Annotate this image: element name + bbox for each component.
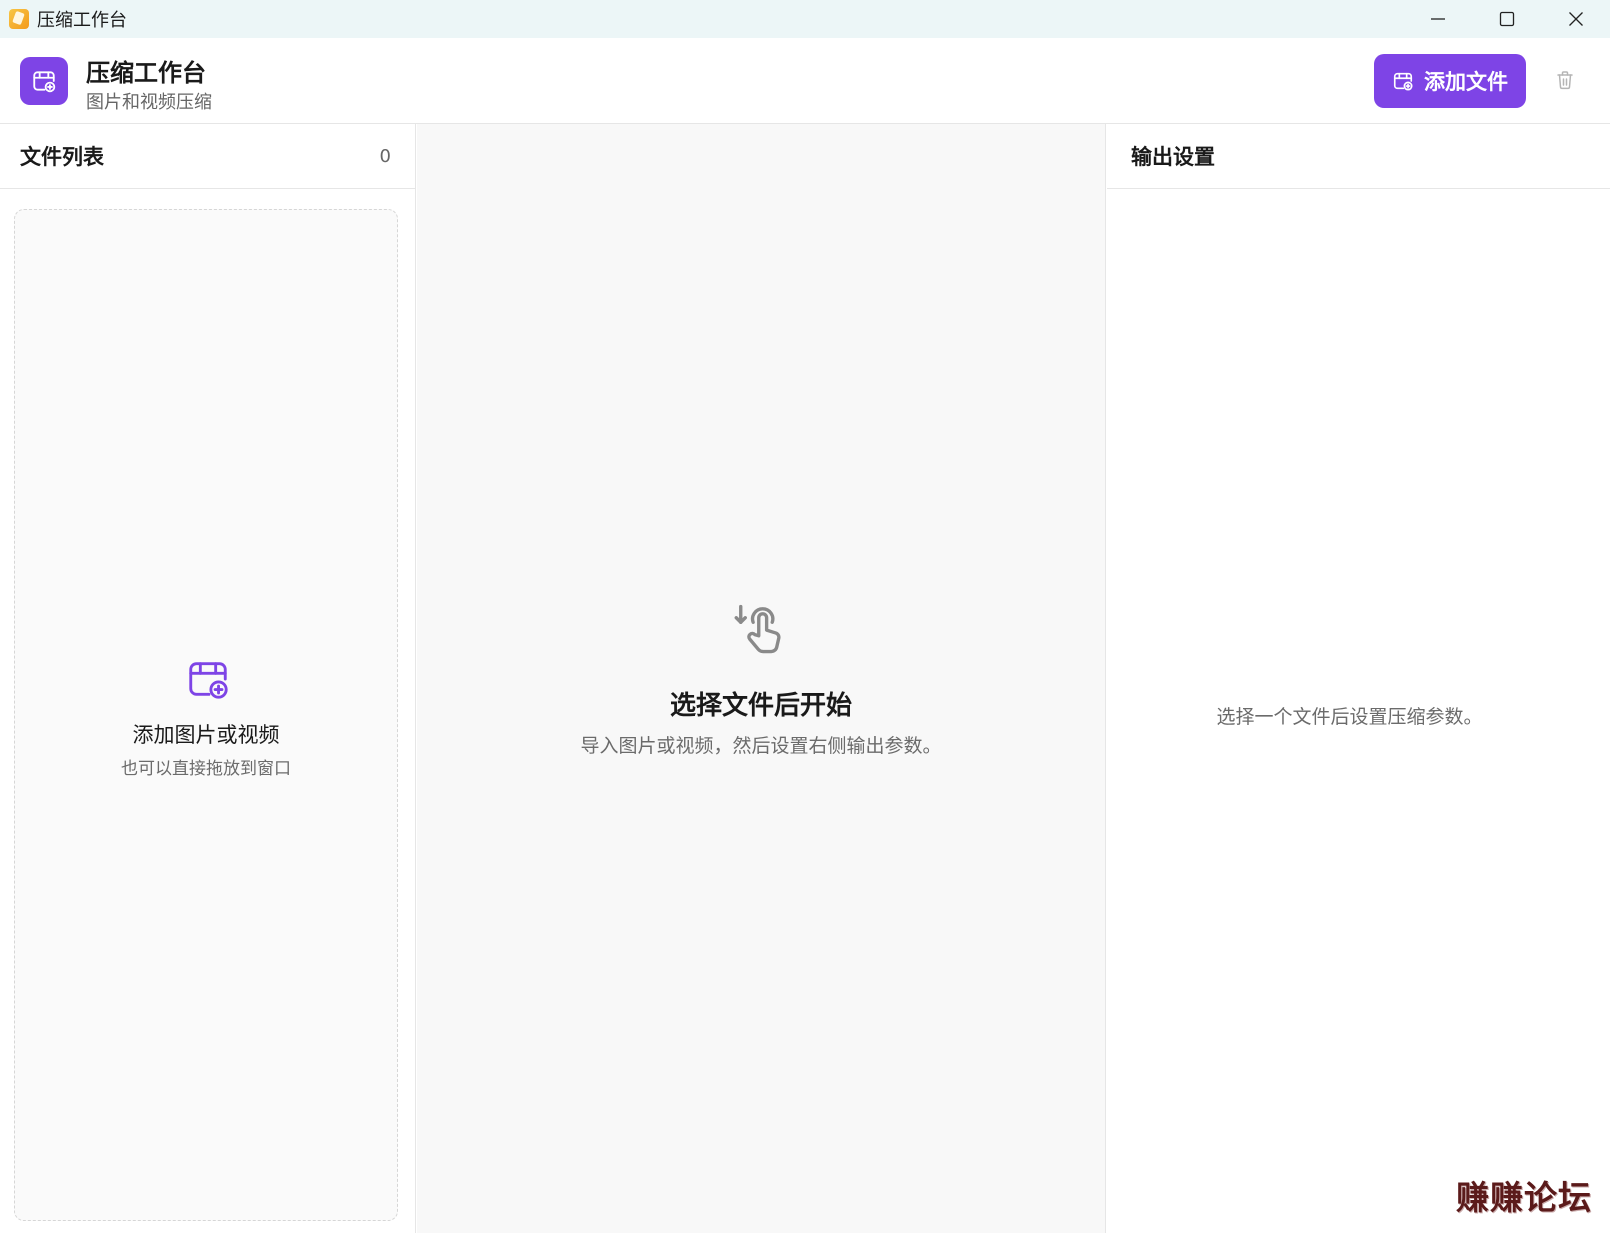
file-count: 0 [379, 145, 391, 167]
app-header: 压缩工作台 图片和视频压缩 添加文件 [0, 38, 1610, 124]
brand-logo [20, 57, 68, 105]
add-media-icon [1393, 72, 1413, 91]
file-list-panel: 文件列表 0 添加图片或视频 也可以直接拖放到窗口 [0, 124, 416, 1233]
minimize-icon [1430, 18, 1445, 20]
minimize-button[interactable] [1403, 0, 1472, 38]
add-file-button[interactable]: 添加文件 [1374, 54, 1526, 108]
window-controls [1403, 0, 1610, 38]
tap-select-icon [734, 604, 781, 654]
dropzone-title: 添加图片或视频 [132, 723, 280, 747]
clear-all-button[interactable] [1552, 66, 1578, 94]
watermark: 赚赚论坛 [1456, 1178, 1592, 1217]
output-settings-panel: 输出设置 选择一个文件后设置压缩参数。 [1107, 124, 1610, 1233]
dropzone-content: 添加图片或视频 也可以直接拖放到窗口 [15, 210, 397, 1220]
empty-state-title: 选择文件后开始 [669, 691, 852, 721]
preview-panel: 选择文件后开始 导入图片或视频，然后设置右侧输出参数。 [417, 124, 1106, 1233]
app-icon [9, 9, 29, 29]
file-list-title: 文件列表 [20, 145, 104, 169]
dropzone-hint: 也可以直接拖放到窗口 [121, 759, 291, 779]
output-settings-title: 输出设置 [1131, 145, 1215, 169]
window-title: 压缩工作台 [37, 10, 127, 31]
output-settings-header: 输出设置 [1107, 124, 1610, 189]
close-button[interactable] [1541, 0, 1610, 38]
trash-icon [1557, 71, 1573, 90]
add-media-icon [189, 662, 228, 699]
add-media-icon [33, 71, 56, 93]
page-subtitle: 图片和视频压缩 [86, 92, 212, 113]
output-settings-empty: 选择一个文件后设置压缩参数。 [1216, 706, 1483, 728]
close-icon [1568, 12, 1583, 26]
add-file-label: 添加文件 [1424, 70, 1508, 94]
page-title: 压缩工作台 [86, 59, 206, 87]
maximize-button[interactable] [1472, 0, 1541, 38]
file-list-header: 文件列表 0 [0, 124, 415, 189]
maximize-icon [1499, 11, 1514, 27]
empty-state-subtitle: 导入图片或视频，然后设置右侧输出参数。 [580, 735, 942, 757]
window-titlebar: 压缩工作台 [0, 0, 1610, 38]
file-dropzone[interactable]: 添加图片或视频 也可以直接拖放到窗口 [14, 209, 398, 1221]
